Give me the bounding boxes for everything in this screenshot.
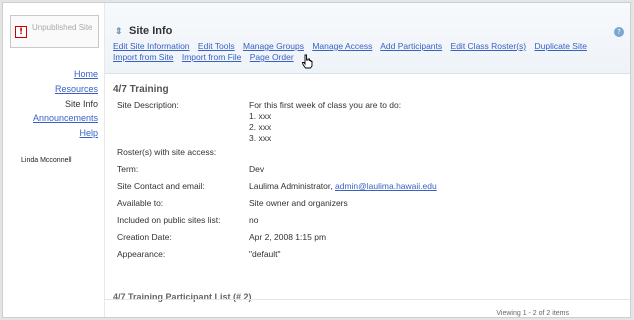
import-from-site-link[interactable]: Import from Site [113,52,173,62]
appearance-value: "default" [249,249,281,259]
toolbar-row: Import from Site Import from File Page O… [113,52,624,63]
page-title: ⇕ Site Info [115,25,172,37]
reset-icon[interactable]: ⇕ [115,26,123,36]
description-line: 3. xxx [249,133,272,143]
warning-icon: ! [15,26,27,38]
created-value: Apr 2, 2008 1:15 pm [249,232,327,242]
description-line: 1. xxx [249,111,272,121]
hand-cursor-icon [301,54,313,69]
page-title-text: Site Info [129,25,173,37]
info-row: Term: Dev [113,161,437,178]
available-label: Available to: [117,198,164,208]
duplicate-site-link[interactable]: Duplicate Site [534,41,586,51]
nav-resources[interactable]: Resources [33,82,98,97]
manage-groups-link[interactable]: Manage Groups [243,41,304,51]
contact-email-link[interactable]: admin@laulima.hawaii.edu [335,181,437,191]
presence-user: Linda Mcconnell [21,157,72,164]
term-value: Dev [249,164,265,174]
site-details: 4/7 Training Site Description: For this … [113,84,620,263]
main-panel: ⇕ Site Info ? Edit Site Information Edit … [104,3,630,317]
info-row: Site Description: For this first week of… [113,100,437,144]
unpublished-site-label: Unpublished Site [32,23,93,32]
nav-home[interactable]: Home [33,67,98,82]
pager-status: Viewing 1 - 2 of 2 items [496,310,569,317]
description-line: 2. xxx [249,122,272,132]
info-row: Site Contact and email: Laulima Administ… [113,178,437,195]
roster-value [249,144,437,161]
info-row: Roster(s) with site access: [113,144,437,161]
contact-label: Site Contact and email: [117,181,205,191]
tool-header: ⇕ Site Info ? Edit Site Information Edit … [105,3,630,74]
public-label: Included on public sites list: [117,215,221,225]
nav-help[interactable]: Help [33,126,98,141]
created-label: Creation Date: [117,232,172,242]
unpublished-site-box: ! Unpublished Site [10,15,99,48]
description-value: For this first week of class you are to … [249,100,437,144]
contact-value: Laulima Administrator, admin@laulima.haw… [249,178,437,195]
site-name-heading: 4/7 Training [113,84,169,95]
contact-name: Laulima Administrator, [249,181,333,191]
term-label: Term: [117,164,139,174]
left-sidebar: ! Unpublished Site Home Resources Site I… [3,3,104,317]
description-line: For this first week of class you are to … [249,100,402,110]
appearance-label: Appearance: [117,249,166,259]
site-nav: Home Resources Site Info Announcements H… [33,67,98,141]
portal-frame: ! Unpublished Site Home Resources Site I… [2,2,631,318]
nav-site-info: Site Info [64,98,98,109]
nav-announcements[interactable]: Announcements [33,111,98,126]
edit-site-information-link[interactable]: Edit Site Information [113,41,190,51]
add-participants-link[interactable]: Add Participants [380,41,442,51]
participant-list-heading: 4/7 Training Participant List (# 2) [113,292,252,302]
roster-label: Roster(s) with site access: [117,147,217,157]
page-order-link[interactable]: Page Order [250,52,294,62]
available-value: Site owner and organizers [249,198,348,208]
site-info-table: Site Description: For this first week of… [113,100,437,263]
import-from-file-link[interactable]: Import from File [182,52,242,62]
edit-tools-link[interactable]: Edit Tools [198,41,235,51]
divider [105,299,630,300]
manage-access-link[interactable]: Manage Access [312,41,372,51]
toolbar-row: Edit Site Information Edit Tools Manage … [113,41,624,52]
info-row: Included on public sites list: no [113,212,437,229]
public-value: no [249,215,259,225]
info-row: Appearance: "default" [113,246,437,263]
info-row: Available to: Site owner and organizers [113,195,437,212]
info-row: Creation Date: Apr 2, 2008 1:15 pm [113,229,437,246]
description-label: Site Description: [117,100,179,110]
help-icon[interactable]: ? [614,27,624,37]
action-toolbar: Edit Site Information Edit Tools Manage … [113,41,624,63]
edit-class-rosters-link[interactable]: Edit Class Roster(s) [451,41,527,51]
